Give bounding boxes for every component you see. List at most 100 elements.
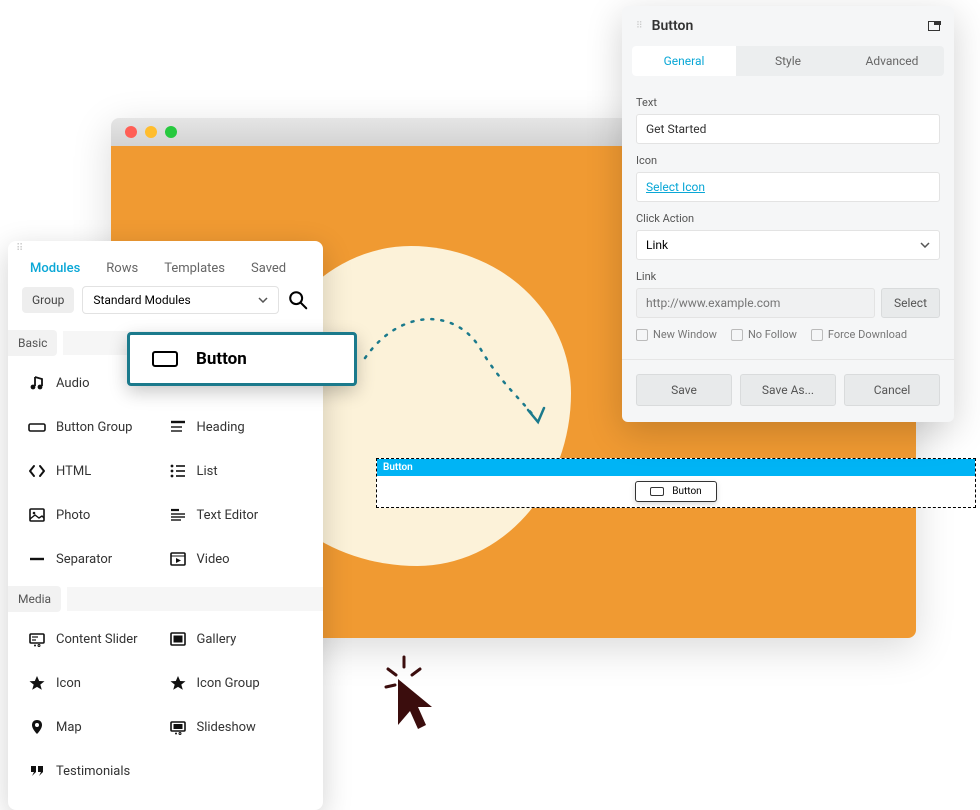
module-item-separator[interactable]: Separator <box>28 546 163 572</box>
save-as-button[interactable]: Save As... <box>740 374 836 406</box>
module-item-testimonials[interactable]: Testimonials <box>28 758 163 784</box>
tab-style[interactable]: Style <box>736 46 840 76</box>
module-item-html[interactable]: HTML <box>28 458 163 484</box>
module-item-label: Map <box>56 720 82 735</box>
text-input[interactable] <box>636 114 940 144</box>
module-item-map[interactable]: Map <box>28 714 163 740</box>
tab-advanced[interactable]: Advanced <box>840 46 944 76</box>
section-title: Basic <box>8 330 57 356</box>
chevron-down-icon <box>258 297 268 303</box>
module-item-label: Gallery <box>197 632 237 647</box>
section-title: Media <box>8 586 61 612</box>
module-item-label: Content Slider <box>56 632 138 647</box>
module-item-label: Video <box>197 552 230 567</box>
audio-icon <box>28 374 46 392</box>
click-action-value: Link <box>646 238 668 252</box>
testimonials-icon <box>28 762 46 780</box>
module-item-label: List <box>197 464 218 479</box>
html-icon <box>28 462 46 480</box>
module-item-photo[interactable]: Photo <box>28 502 163 528</box>
module-item-label: Audio <box>56 376 89 391</box>
settings-panel: ⠿ Button General Style Advanced Text Ico… <box>622 6 954 422</box>
tab-rows[interactable]: Rows <box>106 261 138 276</box>
search-icon[interactable] <box>287 289 309 311</box>
check-new-window[interactable]: New Window <box>636 328 717 341</box>
module-item-icon[interactable]: Icon <box>28 670 163 696</box>
module-item-video[interactable]: Video <box>169 546 304 572</box>
select-icon-link[interactable]: Select Icon <box>646 180 705 194</box>
text-editor-icon <box>169 506 187 524</box>
basic-modules-grid: Audio Button Group Heading HTML List Photo Tex… <box>8 356 323 580</box>
button-icon <box>650 487 664 496</box>
video-icon <box>169 550 187 568</box>
list-icon <box>169 462 187 480</box>
group-label: Group <box>22 287 74 313</box>
module-item-icon-group[interactable]: Icon Group <box>169 670 304 696</box>
chevron-down-icon <box>920 242 930 248</box>
tab-general[interactable]: General <box>632 46 736 76</box>
panel-grip[interactable]: ⠿ <box>8 241 323 255</box>
popout-icon[interactable] <box>928 21 940 31</box>
icon-select[interactable]: Select Icon <box>636 172 940 202</box>
cancel-button[interactable]: Cancel <box>844 374 940 406</box>
module-item-label: HTML <box>56 464 91 479</box>
button-group-icon <box>28 418 46 436</box>
drop-zone-pill: Button <box>635 481 716 502</box>
media-modules-grid: Content Slider Gallery Icon Icon Group Map Sl… <box>8 612 323 792</box>
drag-ghost-button[interactable]: Button <box>127 332 357 386</box>
tab-templates[interactable]: Templates <box>164 261 225 276</box>
module-item-label: Text Editor <box>197 508 259 523</box>
module-item-label: Button Group <box>56 420 132 435</box>
module-item-label: Separator <box>56 552 112 567</box>
settings-title: Button <box>652 18 694 34</box>
window-close-icon[interactable] <box>125 126 137 138</box>
gallery-icon <box>169 630 187 648</box>
module-item-content-slider[interactable]: Content Slider <box>28 626 163 652</box>
window-min-icon[interactable] <box>145 126 157 138</box>
module-item-label: Slideshow <box>197 720 256 735</box>
module-item-label: Testimonials <box>56 764 130 779</box>
icon-group-icon <box>169 674 187 692</box>
button-icon <box>152 351 178 367</box>
tab-modules[interactable]: Modules <box>30 261 80 276</box>
settings-tabs: General Style Advanced <box>632 46 944 76</box>
modules-tabs: Modules Rows Templates Saved <box>8 255 323 286</box>
module-item-text-editor[interactable]: Text Editor <box>169 502 304 528</box>
modules-filter-row: Group Standard Modules <box>8 286 323 324</box>
panel-grip[interactable]: ⠿ <box>636 21 644 31</box>
module-item-list[interactable]: List <box>169 458 304 484</box>
module-item-heading[interactable]: Heading <box>169 414 304 440</box>
click-action-select[interactable]: Link <box>636 230 940 260</box>
link-url-input[interactable] <box>636 288 875 318</box>
checkbox-icon <box>811 329 823 341</box>
check-force-download[interactable]: Force Download <box>811 328 907 341</box>
section-heading-media: Media <box>8 586 323 612</box>
tab-saved[interactable]: Saved <box>251 261 286 276</box>
drop-zone-body: Button <box>377 476 975 506</box>
module-item-label: Icon Group <box>197 676 260 691</box>
separator-icon <box>28 550 46 568</box>
link-select-button[interactable]: Select <box>881 288 940 318</box>
module-item-button-group[interactable]: Button Group <box>28 414 163 440</box>
modules-group-select[interactable]: Standard Modules <box>82 286 279 314</box>
modules-panel: ⠿ Modules Rows Templates Saved Group Sta… <box>8 241 323 810</box>
drop-zone-header: Button <box>377 459 975 476</box>
canvas-drop-zone[interactable]: Button Button <box>376 458 976 508</box>
drag-ghost-label: Button <box>196 349 247 369</box>
content-slider-icon <box>28 630 46 648</box>
module-item-gallery[interactable]: Gallery <box>169 626 304 652</box>
save-button[interactable]: Save <box>636 374 732 406</box>
module-item-label: Heading <box>197 420 245 435</box>
module-item-label: Photo <box>56 508 90 523</box>
modules-select-value: Standard Modules <box>93 293 190 307</box>
window-max-icon[interactable] <box>165 126 177 138</box>
module-item-slideshow[interactable]: Slideshow <box>169 714 304 740</box>
module-item-label: Icon <box>56 676 81 691</box>
heading-icon <box>169 418 187 436</box>
cursor-click-icon <box>384 655 444 735</box>
field-label-text: Text <box>636 96 940 109</box>
check-no-follow[interactable]: No Follow <box>731 328 797 341</box>
slideshow-icon <box>169 718 187 736</box>
field-label-link: Link <box>636 270 940 283</box>
link-options: New Window No Follow Force Download <box>636 328 940 341</box>
